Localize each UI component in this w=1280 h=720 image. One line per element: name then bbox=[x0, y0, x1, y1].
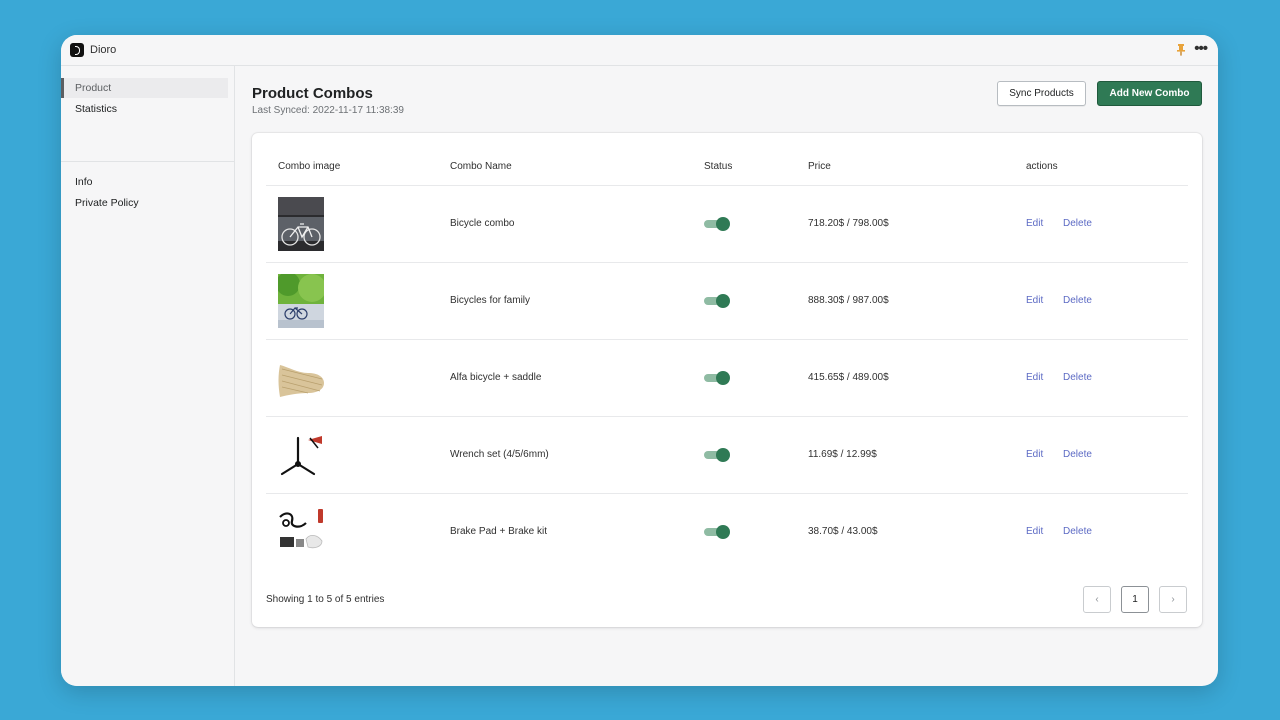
edit-link[interactable]: Edit bbox=[1026, 295, 1043, 306]
combo-price: 38.70$ / 43.00$ bbox=[808, 526, 878, 537]
add-new-combo-button[interactable]: Add New Combo bbox=[1097, 81, 1202, 106]
table-row: Wrench set (4/5/6mm) 11.69$ / 12.99$ Edi… bbox=[266, 416, 1188, 493]
column-header-combo-name: Combo Name bbox=[450, 161, 512, 172]
table-row: Alfa bicycle + saddle 415.65$ / 489.00$ … bbox=[266, 339, 1188, 416]
column-header-status: Status bbox=[704, 161, 733, 172]
combo-name: Wrench set (4/5/6mm) bbox=[450, 449, 549, 460]
page-title: Product Combos bbox=[252, 85, 373, 102]
sidebar-item-statistics[interactable]: Statistics bbox=[63, 99, 228, 119]
bicycle-photo bbox=[278, 197, 324, 251]
combo-price: 415.65$ / 489.00$ bbox=[808, 372, 889, 383]
more-options-icon[interactable]: ••• bbox=[1194, 41, 1208, 56]
status-toggle[interactable] bbox=[704, 371, 730, 385]
combo-price: 888.30$ / 987.00$ bbox=[808, 295, 889, 306]
column-header-actions: actions bbox=[1026, 161, 1058, 172]
combo-price: 718.20$ / 798.00$ bbox=[808, 218, 889, 229]
wrench-set-photo bbox=[278, 428, 324, 482]
brake-kit-photo bbox=[278, 505, 324, 559]
next-page-button[interactable]: › bbox=[1159, 586, 1187, 613]
status-toggle[interactable] bbox=[704, 448, 730, 462]
title-bar: Dioro ••• bbox=[61, 35, 1218, 66]
combos-table-card: Combo image Combo Name Status Price acti… bbox=[252, 133, 1202, 627]
delete-link[interactable]: Delete bbox=[1063, 449, 1092, 460]
sidebar-item-private-policy[interactable]: Private Policy bbox=[63, 193, 228, 213]
family-bicycles-photo bbox=[278, 274, 324, 328]
edit-link[interactable]: Edit bbox=[1026, 218, 1043, 229]
combo-name: Bicycles for family bbox=[450, 295, 531, 306]
pin-icon[interactable] bbox=[1176, 44, 1186, 56]
chevron-right-icon: › bbox=[1171, 594, 1175, 605]
page-number-button[interactable]: 1 bbox=[1121, 586, 1149, 613]
edit-link[interactable]: Edit bbox=[1026, 526, 1043, 537]
combo-price: 11.69$ / 12.99$ bbox=[808, 449, 877, 460]
previous-page-button[interactable]: ‹ bbox=[1083, 586, 1111, 613]
chevron-left-icon: ‹ bbox=[1095, 594, 1099, 605]
app-name: Dioro bbox=[90, 44, 117, 56]
status-toggle[interactable] bbox=[704, 217, 730, 231]
sync-products-button[interactable]: Sync Products bbox=[997, 81, 1086, 106]
sidebar-divider bbox=[61, 161, 235, 162]
column-header-price: Price bbox=[808, 161, 831, 172]
table-row: Brake Pad + Brake kit 38.70$ / 43.00$ Ed… bbox=[266, 493, 1188, 570]
delete-link[interactable]: Delete bbox=[1063, 372, 1092, 383]
table-row: Bicycles for family 888.30$ / 987.00$ Ed… bbox=[266, 262, 1188, 339]
dioro-logo-icon bbox=[70, 43, 84, 57]
delete-link[interactable]: Delete bbox=[1063, 526, 1092, 537]
sidebar-item-info[interactable]: Info bbox=[63, 172, 228, 192]
table-row: Bicycle combo 718.20$ / 798.00$ Edit Del… bbox=[266, 185, 1188, 262]
sidebar-item-product[interactable]: Product bbox=[61, 78, 228, 98]
column-header-combo-image: Combo image bbox=[278, 161, 341, 172]
showing-entries-text: Showing 1 to 5 of 5 entries bbox=[266, 594, 385, 605]
saddle-photo bbox=[278, 351, 324, 405]
status-toggle[interactable] bbox=[704, 294, 730, 308]
edit-link[interactable]: Edit bbox=[1026, 372, 1043, 383]
delete-link[interactable]: Delete bbox=[1063, 218, 1092, 229]
status-toggle[interactable] bbox=[704, 525, 730, 539]
combo-name: Alfa bicycle + saddle bbox=[450, 372, 542, 383]
last-synced-text: Last Synced: 2022-11-17 11:38:39 bbox=[252, 105, 404, 116]
sidebar: Product Statistics Info Private Policy bbox=[61, 66, 235, 686]
delete-link[interactable]: Delete bbox=[1063, 295, 1092, 306]
edit-link[interactable]: Edit bbox=[1026, 449, 1043, 460]
app-window: Dioro ••• Product Statistics Info Privat… bbox=[61, 35, 1218, 686]
combo-name: Bicycle combo bbox=[450, 218, 515, 229]
combo-name: Brake Pad + Brake kit bbox=[450, 526, 547, 537]
